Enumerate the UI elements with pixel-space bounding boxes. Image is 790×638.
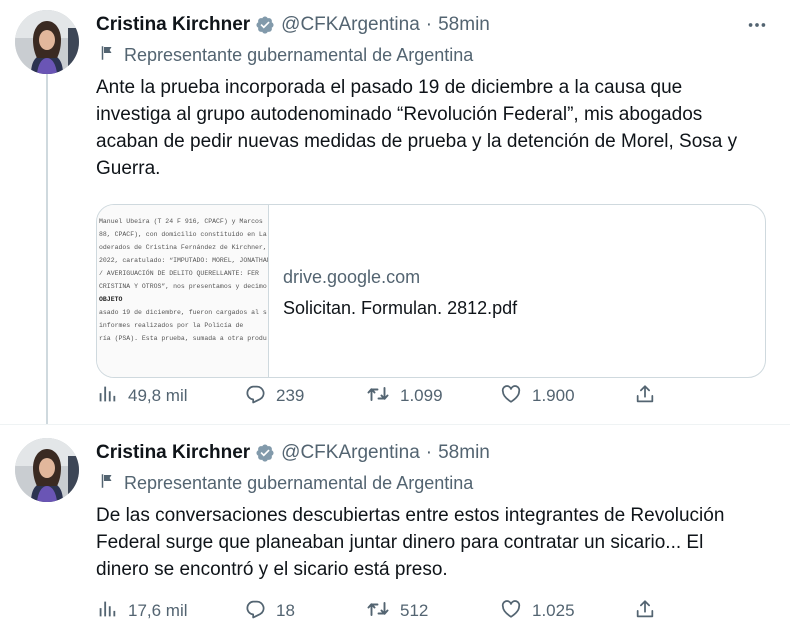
separator-dot: · (425, 442, 433, 463)
card-info: drive.google.com Solicitan. Formulan. 28… (269, 205, 517, 377)
tweet-header: Cristina Kirchner @CFKArgentina · 58min (96, 10, 490, 40)
like-icon (500, 383, 522, 410)
views-button[interactable]: 17,6 mil (96, 598, 244, 625)
card-thumbnail: Manuel Ubeira (T 24 F 916, CPACF) y Marc… (97, 205, 269, 377)
thumbnail-line: OBJETO (99, 296, 123, 303)
action-bar: 17,6 mil 18 512 1.025 (96, 596, 656, 626)
share-icon (634, 383, 656, 410)
thumbnail-line: Manuel Ubeira (T 24 F 916, CPACF) y Marc… (99, 218, 263, 225)
thumbnail-line: 2022, caratulado: “IMPUTADO: MOREL, JONA… (99, 257, 269, 264)
reply-button[interactable]: 18 (244, 598, 366, 625)
thumbnail-line: ría (PSA). Esta prueba, sumada a otra pr… (99, 335, 267, 342)
reply-count: 18 (276, 601, 295, 620)
more-icon[interactable] (746, 14, 768, 41)
retweet-button[interactable]: 1.099 (366, 382, 500, 411)
author-name[interactable]: Cristina Kirchner (96, 14, 250, 36)
tweet-text: Ante la prueba incorporada el pasado 19 … (96, 77, 738, 179)
avatar[interactable] (15, 10, 79, 74)
separator-dot: · (425, 14, 433, 35)
card-domain: drive.google.com (283, 267, 421, 287)
like-button[interactable]: 1.900 (500, 383, 634, 410)
reply-count: 239 (276, 386, 305, 405)
views-count: 17,6 mil (128, 601, 188, 620)
retweet-icon (366, 597, 390, 626)
like-count: 1.025 (532, 601, 575, 620)
share-button[interactable] (634, 598, 656, 625)
views-button[interactable]: 49,8 mil (96, 383, 244, 410)
reply-button[interactable]: 239 (244, 383, 366, 410)
flag-icon (98, 44, 116, 67)
government-label-text: Representante gubernamental de Argentina (124, 472, 474, 493)
retweet-button[interactable]: 512 (366, 597, 500, 626)
thread-connector-line (46, 74, 48, 424)
verified-badge-icon (255, 15, 275, 35)
action-bar: 49,8 mil 239 1.099 1.900 (96, 381, 656, 411)
thumbnail-line: asado 19 de diciembre, fueron cargados a… (99, 309, 267, 316)
flag-icon (98, 472, 116, 495)
thumbnail-line: CRISTINA Y OTROS”, nos presentamos y dec… (99, 283, 267, 290)
retweet-icon (366, 382, 390, 411)
tweet-text: De las conversaciones descubiertas entre… (96, 505, 725, 580)
reply-icon (244, 598, 266, 625)
thumbnail-line: oderados de Cristina Fernández de Kirchn… (99, 244, 267, 251)
thumbnail-line: 88, CPACF), con domicilio constituido en… (99, 231, 267, 238)
tweet-time[interactable]: 58min (438, 14, 490, 36)
tweet-time[interactable]: 58min (438, 442, 490, 464)
author-handle[interactable]: @CFKArgentina (281, 14, 420, 36)
share-button[interactable] (634, 383, 656, 410)
card-title: Solicitan. Formulan. 2812.pdf (283, 298, 518, 318)
views-icon (96, 598, 118, 625)
thumbnail-line: informes realizados por la Policía de (99, 322, 244, 329)
retweet-count: 1.099 (400, 386, 443, 405)
retweet-count: 512 (400, 601, 429, 620)
like-button[interactable]: 1.025 (500, 598, 634, 625)
link-card[interactable]: Manuel Ubeira (T 24 F 916, CPACF) y Marc… (96, 204, 766, 378)
government-label: Representante gubernamental de Argentina (98, 471, 473, 495)
government-label: Representante gubernamental de Argentina (98, 43, 473, 67)
thumbnail-line: / AVERIGUACIÓN DE DELITO QUERELLANTE: FE… (99, 270, 259, 277)
tweet-divider (0, 424, 790, 425)
views-count: 49,8 mil (128, 386, 188, 405)
author-handle[interactable]: @CFKArgentina (281, 442, 420, 464)
author-name[interactable]: Cristina Kirchner (96, 442, 250, 464)
avatar[interactable] (15, 438, 79, 502)
share-icon (634, 598, 656, 625)
verified-badge-icon (255, 443, 275, 463)
reply-icon (244, 383, 266, 410)
tweet-header: Cristina Kirchner @CFKArgentina · 58min (96, 438, 490, 468)
like-count: 1.900 (532, 386, 575, 405)
like-icon (500, 598, 522, 625)
views-icon (96, 383, 118, 410)
government-label-text: Representante gubernamental de Argentina (124, 44, 474, 65)
